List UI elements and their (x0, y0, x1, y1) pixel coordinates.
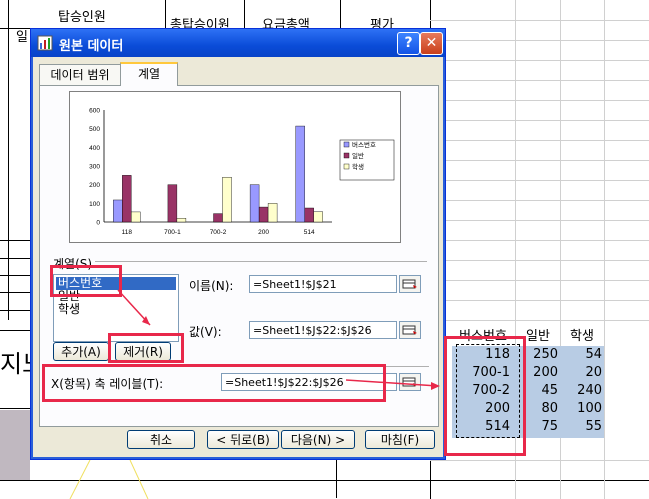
annotation-arrows (117, 289, 440, 390)
tab-series[interactable]: 계열 (120, 62, 178, 86)
